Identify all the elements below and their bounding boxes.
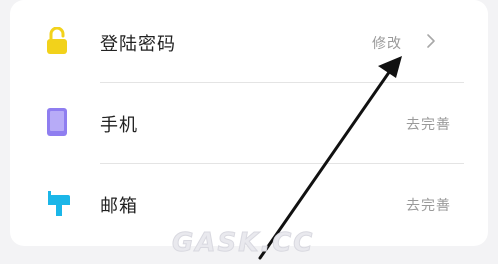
- row-label: 手机: [100, 115, 138, 136]
- mailbox-icon: [46, 189, 72, 221]
- row-login-password[interactable]: 登陆密码 修改: [10, 2, 488, 84]
- watermark-logo: GASK.CC: [171, 228, 315, 259]
- row-label: 邮箱: [100, 196, 138, 217]
- row-phone[interactable]: 手机 去完善: [10, 83, 488, 165]
- phone-icon: [46, 107, 68, 141]
- row-label: 登陆密码: [100, 34, 176, 55]
- complete-phone-link[interactable]: 去完善: [406, 114, 451, 134]
- chevron-right-icon: [426, 33, 436, 53]
- account-security-card: 登陆密码 修改 手机 去完善 邮箱 去完善: [10, 0, 488, 246]
- complete-email-link[interactable]: 去完善: [406, 195, 451, 215]
- lock-icon: [46, 26, 68, 59]
- modify-link[interactable]: 修改: [372, 33, 402, 53]
